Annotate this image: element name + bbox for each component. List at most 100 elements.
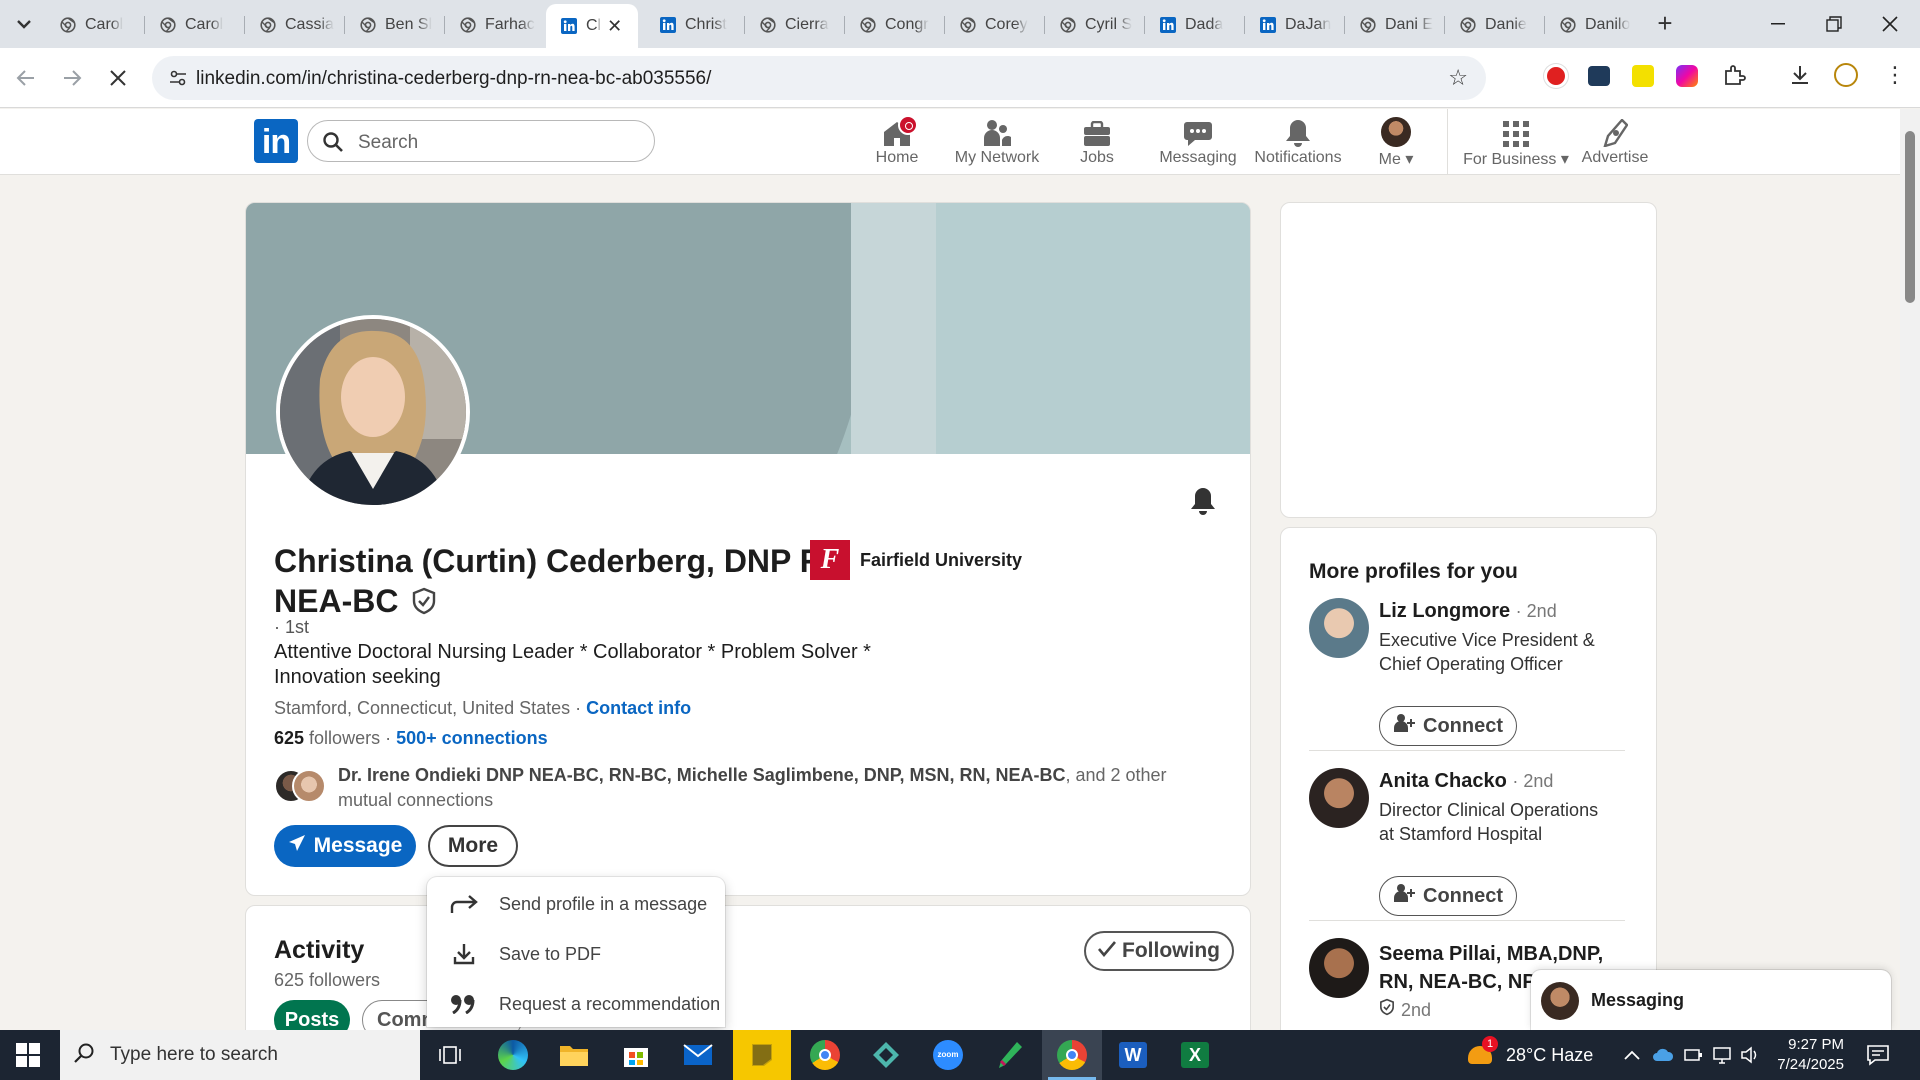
browser-tab[interactable]: Carol bbox=[45, 6, 144, 44]
extensions-puzzle-icon[interactable] bbox=[1722, 63, 1746, 92]
connect-button[interactable]: Connect bbox=[1379, 876, 1517, 916]
nav-jobs[interactable]: Jobs bbox=[1047, 115, 1147, 167]
nav-me[interactable]: Me ▾ bbox=[1346, 115, 1446, 169]
more-button[interactable]: More bbox=[428, 825, 518, 867]
browser-tab[interactable]: DaJan bbox=[1245, 6, 1344, 44]
contact-info-link[interactable]: Contact info bbox=[586, 698, 691, 718]
browser-tab[interactable]: Farhac bbox=[445, 6, 544, 44]
word-icon[interactable]: W bbox=[1103, 1030, 1163, 1080]
stop-loading-button[interactable] bbox=[102, 62, 134, 94]
browser-tab[interactable]: Dani E bbox=[1345, 6, 1444, 44]
connections-link[interactable]: 500+ connections bbox=[396, 728, 548, 748]
nav-advertise[interactable]: Advertise bbox=[1565, 115, 1665, 167]
tab-title: Cierra bbox=[785, 16, 829, 33]
site-info-icon[interactable] bbox=[168, 68, 188, 88]
browser-tab[interactable]: Christ bbox=[645, 6, 744, 44]
menu-item-request-recommendation[interactable]: Request a recommendation bbox=[427, 981, 725, 1027]
network-icon[interactable] bbox=[1712, 1030, 1732, 1080]
notification-bell-icon[interactable] bbox=[1190, 487, 1216, 520]
minimize-button[interactable] bbox=[1750, 6, 1806, 42]
mail-icon[interactable] bbox=[668, 1030, 728, 1080]
back-button[interactable] bbox=[10, 62, 42, 94]
menu-item-save-pdf[interactable]: Save to PDF bbox=[427, 931, 725, 977]
pen-app-icon[interactable] bbox=[980, 1030, 1040, 1080]
browser-tab[interactable]: Danilo bbox=[1545, 6, 1644, 44]
file-explorer-icon[interactable] bbox=[544, 1030, 604, 1080]
browser-tab[interactable]: Cierra bbox=[745, 6, 844, 44]
nav-jobs-label: Jobs bbox=[1080, 149, 1114, 166]
browser-tab-active[interactable]: Cl ✕ bbox=[546, 4, 638, 48]
address-bar[interactable]: linkedin.com/in/christina-cederberg-dnp-… bbox=[152, 56, 1486, 100]
sparkle-extension-icon[interactable] bbox=[1632, 65, 1654, 87]
chromium-icon bbox=[1059, 16, 1077, 34]
sticky-notes-icon[interactable] bbox=[733, 1030, 791, 1080]
connect-button[interactable]: Connect bbox=[1379, 706, 1517, 746]
pokeball-extension-icon[interactable] bbox=[1544, 64, 1568, 88]
browser-tab[interactable]: Danie bbox=[1445, 6, 1544, 44]
browser-menu-icon[interactable]: ⋮ bbox=[1884, 63, 1906, 87]
weather-widget[interactable]: 1 28°C Haze bbox=[1466, 1030, 1593, 1080]
tab-title: DaJan bbox=[1285, 16, 1332, 33]
browser-tab[interactable]: Ben Sl bbox=[345, 6, 444, 44]
browser-toolbar: linkedin.com/in/christina-cederberg-dnp-… bbox=[0, 48, 1920, 108]
profile-icon[interactable] bbox=[1834, 63, 1858, 87]
browser-tab[interactable]: Carol bbox=[145, 6, 244, 44]
verified-shield-icon[interactable] bbox=[411, 584, 437, 624]
tab-search-dropdown-icon[interactable] bbox=[10, 12, 38, 36]
downloads-icon[interactable] bbox=[1788, 63, 1812, 92]
weather-sun-icon: 1 bbox=[1466, 1036, 1498, 1070]
menu-item-send-profile[interactable]: Send profile in a message bbox=[427, 881, 725, 927]
nav-for-business[interactable]: For Business ▾ bbox=[1461, 115, 1571, 169]
wallet-extension-icon[interactable] bbox=[1588, 66, 1610, 86]
show-hidden-icons-chevron-icon[interactable] bbox=[1624, 1030, 1640, 1080]
forward-button[interactable] bbox=[56, 62, 88, 94]
tab-title: Cl bbox=[586, 17, 602, 34]
chrome-icon[interactable] bbox=[795, 1030, 855, 1080]
education-link[interactable]: F Fairfield University bbox=[810, 540, 1022, 580]
microsoft-store-icon[interactable] bbox=[606, 1030, 666, 1080]
new-tab-button[interactable]: + bbox=[1651, 10, 1679, 38]
message-button[interactable]: Message bbox=[274, 825, 416, 867]
browser-tab[interactable]: Cyril S bbox=[1045, 6, 1144, 44]
nav-home[interactable]: Home bbox=[847, 115, 947, 167]
browser-tab[interactable]: Congr bbox=[845, 6, 944, 44]
nav-messaging[interactable]: Messaging bbox=[1148, 115, 1248, 167]
following-button[interactable]: Following bbox=[1084, 931, 1234, 971]
tab-close-icon[interactable]: ✕ bbox=[607, 16, 622, 37]
linkedin-logo[interactable]: in bbox=[254, 119, 298, 163]
chromium-icon bbox=[1359, 16, 1377, 34]
bookmark-star-icon[interactable]: ☆ bbox=[1448, 65, 1468, 91]
messaging-overlay-bar[interactable]: Messaging bbox=[1531, 970, 1891, 1030]
profile-photo[interactable] bbox=[276, 315, 470, 509]
page-scrollbar[interactable] bbox=[1900, 109, 1920, 1030]
scrollbar-thumb[interactable] bbox=[1905, 131, 1915, 303]
verified-shield-icon bbox=[1379, 998, 1395, 1022]
zoom-icon[interactable]: zoom bbox=[918, 1030, 978, 1080]
browser-tab[interactable]: Cassia bbox=[245, 6, 344, 44]
edge-icon[interactable] bbox=[483, 1030, 543, 1080]
app-diamond-icon[interactable] bbox=[856, 1030, 916, 1080]
windows-start-icon[interactable] bbox=[16, 1043, 40, 1072]
battery-icon[interactable] bbox=[1684, 1030, 1704, 1080]
notification-center-icon[interactable] bbox=[1866, 1030, 1890, 1080]
linkedin-global-nav: in Search Home My Network Jobs Messaging bbox=[0, 109, 1900, 175]
profile-headline: Attentive Doctoral Nursing Leader * Coll… bbox=[274, 641, 871, 688]
nav-my-network[interactable]: My Network bbox=[947, 115, 1047, 167]
close-window-button[interactable] bbox=[1862, 6, 1918, 42]
task-view-icon[interactable] bbox=[420, 1030, 480, 1080]
system-clock[interactable]: 9:27 PM 7/24/2025 bbox=[1740, 1035, 1844, 1075]
color-extension-icon[interactable] bbox=[1676, 65, 1698, 87]
chromium-icon bbox=[259, 16, 277, 34]
excel-icon[interactable]: X bbox=[1165, 1030, 1225, 1080]
browser-tab[interactable]: Corey bbox=[945, 6, 1044, 44]
chrome-active-icon[interactable] bbox=[1042, 1030, 1102, 1080]
nav-notifications[interactable]: Notifications bbox=[1248, 115, 1348, 167]
more-profiles-title: More profiles for you bbox=[1309, 560, 1518, 583]
restore-button[interactable] bbox=[1806, 6, 1862, 42]
onedrive-cloud-icon[interactable] bbox=[1652, 1030, 1674, 1080]
browser-tab[interactable]: Dada bbox=[1145, 6, 1244, 44]
search-placeholder: Search bbox=[358, 132, 419, 153]
nav-divider bbox=[1447, 109, 1448, 175]
search-input[interactable]: Search bbox=[307, 120, 655, 162]
taskbar-search-input[interactable]: Type here to search bbox=[60, 1030, 420, 1080]
